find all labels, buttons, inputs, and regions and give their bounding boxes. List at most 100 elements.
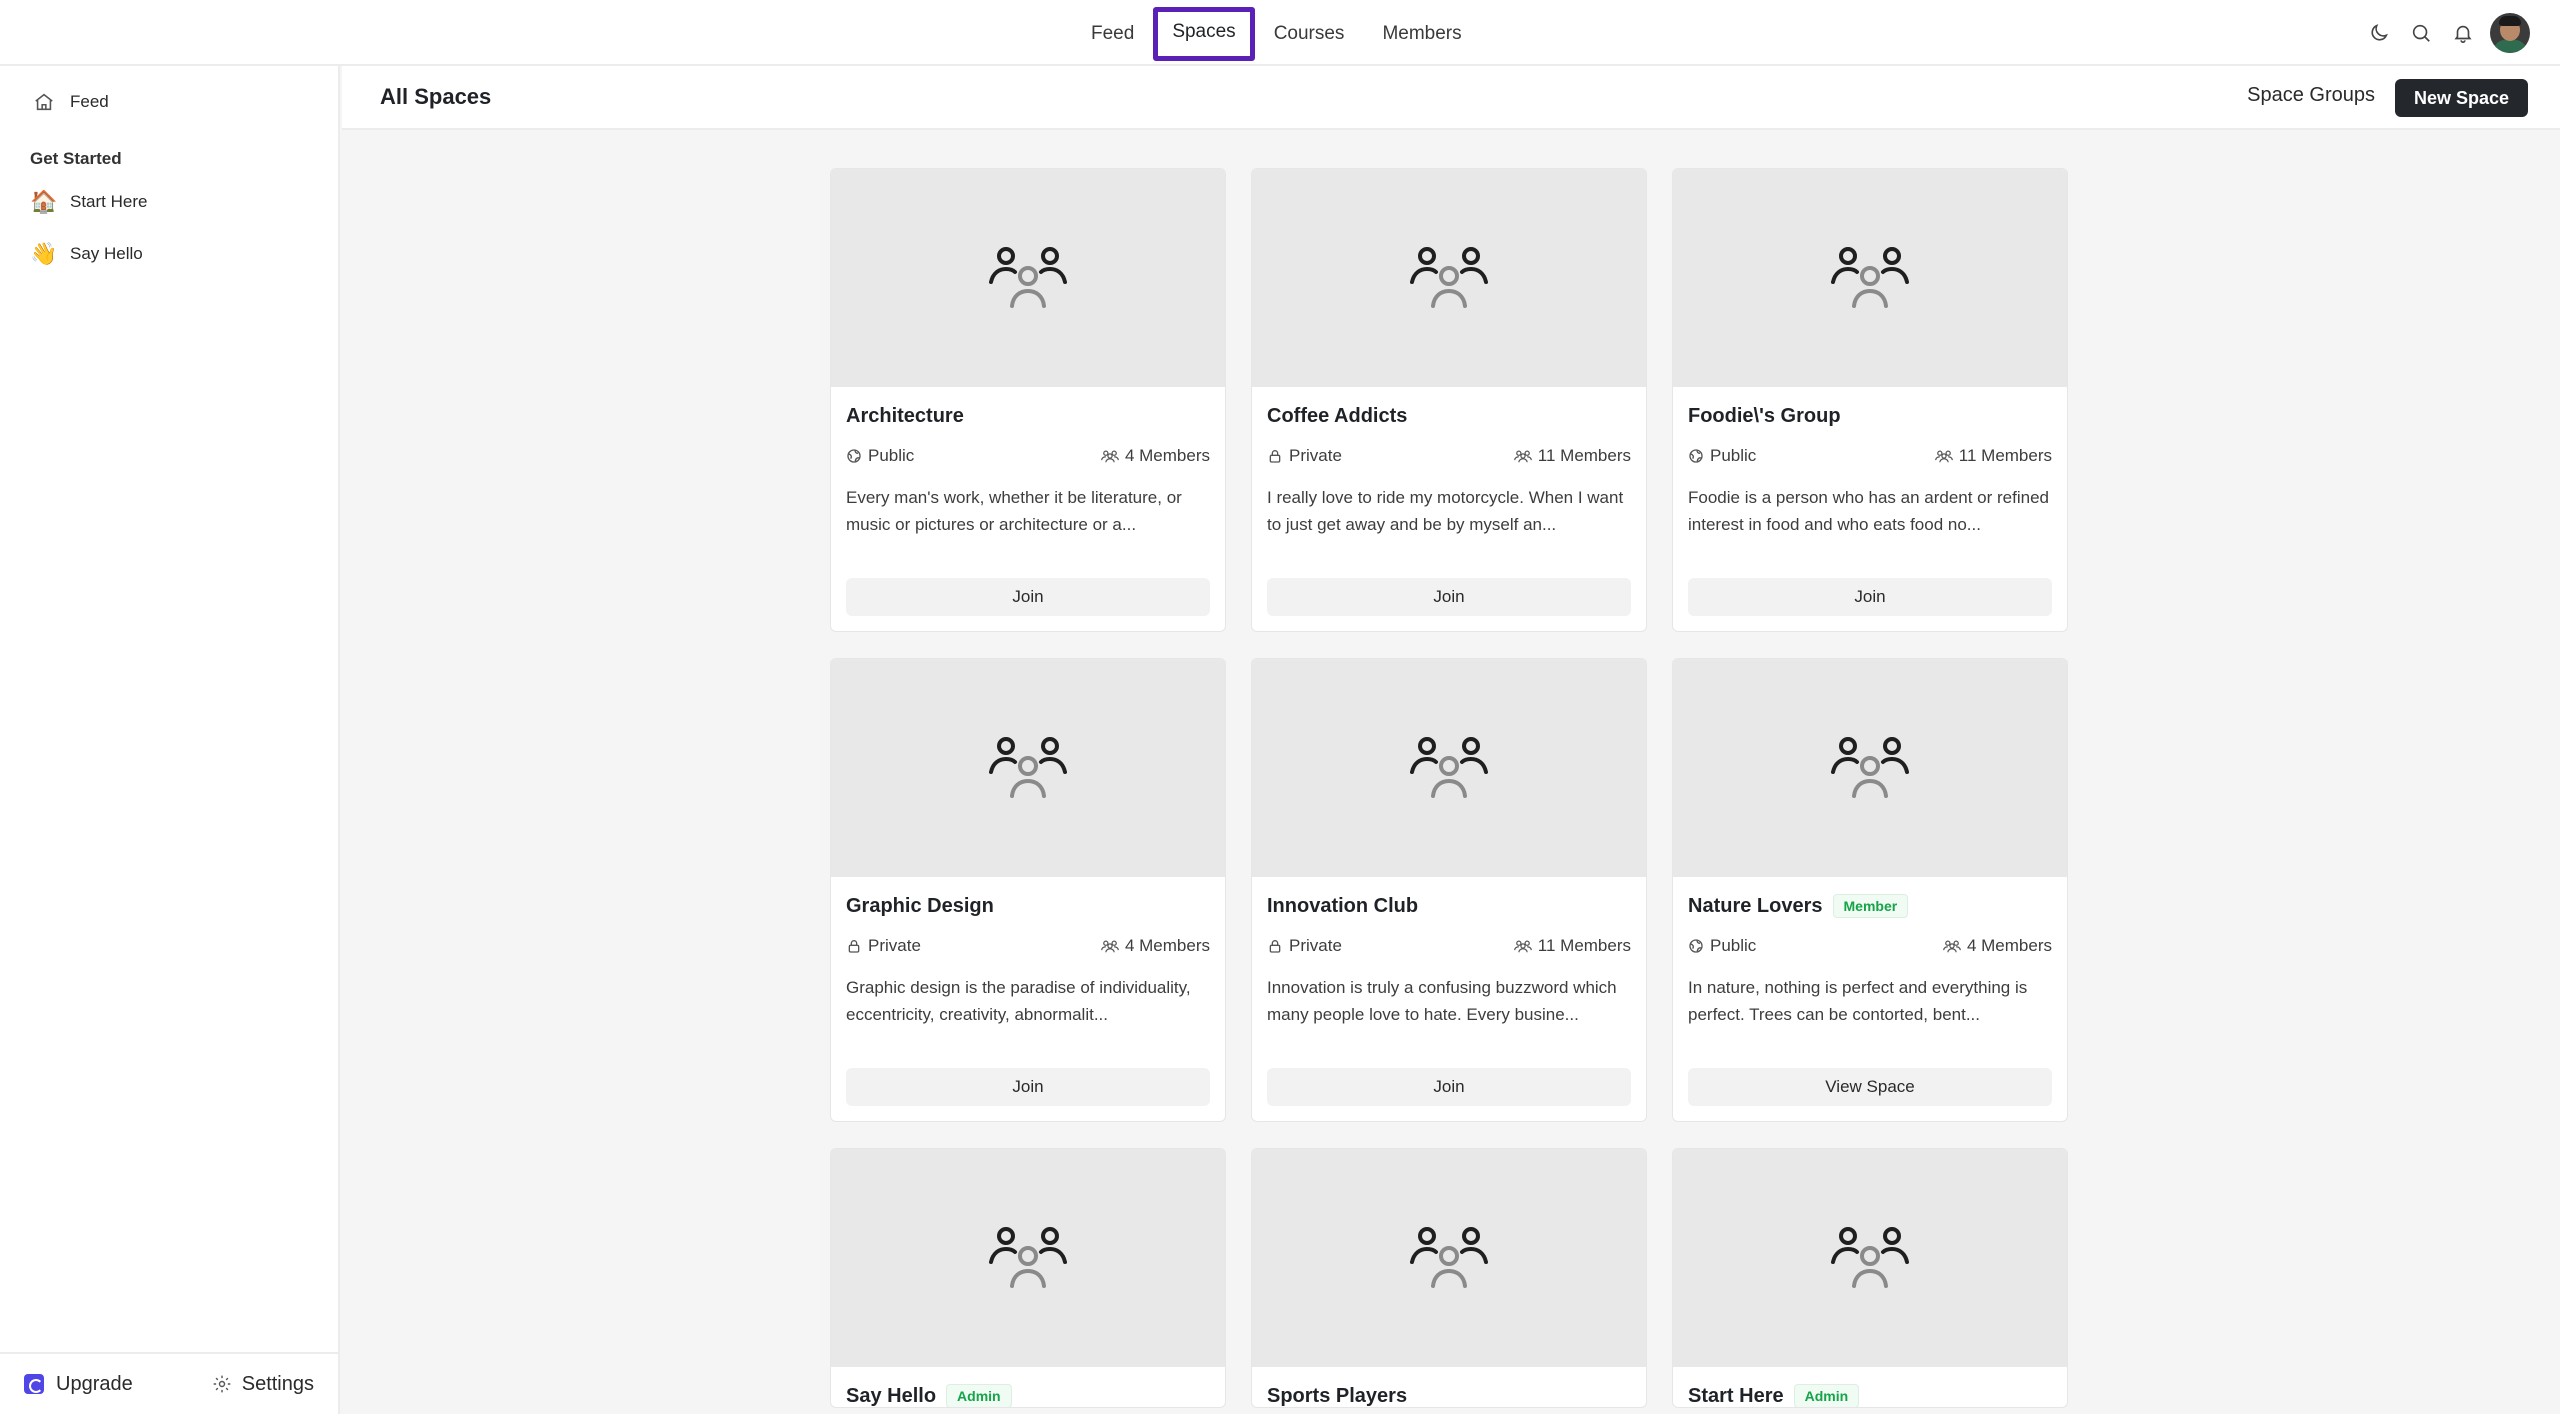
users-group-icon: [988, 244, 1068, 313]
gear-icon: [212, 1374, 232, 1394]
page-title: All Spaces: [380, 84, 492, 109]
sidebar-item-feed[interactable]: Feed: [0, 76, 338, 128]
sidebar-item-say-hello[interactable]: 👋 Say Hello: [0, 228, 338, 280]
space-card[interactable]: Foodie\'s Group Public 11 Members Foodie is…: [1672, 168, 2068, 632]
join-button[interactable]: Join: [1688, 578, 2052, 616]
space-name[interactable]: Foodie\'s Group: [1688, 405, 1841, 428]
sidebar-item-label: Start Here: [70, 192, 148, 211]
upgrade-button[interactable]: Upgrade: [24, 1373, 133, 1396]
home-icon: [30, 88, 58, 116]
privacy-label: Private: [1289, 936, 1342, 955]
members-icon: [1943, 938, 1967, 954]
new-space-button[interactable]: New Space: [2394, 79, 2528, 117]
space-card[interactable]: Architecture Public 4 Members Every man's w…: [830, 168, 1226, 632]
space-cover: [831, 659, 1225, 877]
join-button[interactable]: Join: [1267, 578, 1631, 616]
space-name[interactable]: Sports Players: [1267, 1385, 1407, 1408]
users-group-icon: [988, 1224, 1068, 1293]
sidebar-item-label: Say Hello: [70, 244, 143, 263]
role-badge: Admin: [1793, 1384, 1860, 1407]
space-name[interactable]: Coffee Addicts: [1267, 405, 1407, 428]
members-count: 11 Members: [1537, 936, 1631, 955]
nav-feed[interactable]: Feed: [1072, 9, 1153, 59]
users-group-icon: [1830, 244, 1910, 313]
globe-icon: [1688, 448, 1710, 464]
privacy-label: Public: [1710, 936, 1757, 955]
space-card[interactable]: Innovation Club Private 11 Members Innovati…: [1251, 658, 1647, 1122]
users-group-icon: [1409, 244, 1489, 313]
search-icon[interactable]: [2400, 12, 2442, 54]
top-actions: [2358, 0, 2560, 66]
members-icon: [1101, 448, 1125, 464]
members-icon: [1101, 938, 1125, 954]
nav-members[interactable]: Members: [1363, 9, 1480, 59]
space-name[interactable]: Start Here: [1688, 1385, 1784, 1408]
sidebar: Feed Get Started 🏠 Start Here 👋 Say Hell…: [0, 66, 340, 1414]
sidebar-item-label: Feed: [70, 92, 109, 111]
spaces-grid: Architecture Public 4 Members Every man's w…: [830, 168, 2070, 1408]
globe-icon: [1688, 938, 1710, 954]
space-card[interactable]: Say Hello Admin: [830, 1148, 1226, 1408]
space-cover: [831, 1149, 1225, 1367]
privacy-label: Private: [868, 936, 921, 955]
space-card[interactable]: Nature Lovers Member Public 4 Members In nat…: [1672, 658, 2068, 1122]
users-group-icon: [1409, 1224, 1489, 1293]
space-groups-link[interactable]: Space Groups: [2247, 84, 2375, 107]
members-count: 11 Members: [1958, 446, 2052, 465]
members-count: 4 Members: [1966, 936, 2052, 955]
privacy-label: Public: [1710, 446, 1757, 465]
space-description: I really love to ride my motorcycle. Whe…: [1267, 488, 1624, 534]
space-card[interactable]: Coffee Addicts Private 11 Members I really …: [1251, 168, 1647, 632]
space-card[interactable]: Graphic Design Private 4 Members Graphic de…: [830, 658, 1226, 1122]
space-name[interactable]: Nature Lovers: [1688, 895, 1823, 918]
settings-button[interactable]: Settings: [212, 1373, 314, 1396]
house-emoji-icon: 🏠: [30, 189, 58, 214]
top-bar: Feed Spaces Courses Members: [0, 0, 2560, 66]
space-cover: [831, 169, 1225, 387]
members-count: 4 Members: [1124, 936, 1210, 955]
space-cover: [1673, 169, 2067, 387]
space-cover: [1252, 169, 1646, 387]
space-name[interactable]: Say Hello: [846, 1385, 936, 1408]
space-description: Every man's work, whether it be literatu…: [846, 488, 1182, 534]
upgrade-label: Upgrade: [56, 1372, 133, 1395]
users-group-icon: [1830, 1224, 1910, 1293]
role-badge: Member: [1832, 894, 1909, 918]
bell-icon[interactable]: [2442, 12, 2484, 54]
space-name[interactable]: Innovation Club: [1267, 895, 1418, 918]
role-badge: Admin: [946, 1384, 1012, 1407]
space-card[interactable]: Sports Players: [1251, 1148, 1647, 1408]
lock-icon: [846, 938, 868, 954]
space-description: Foodie is a person who has an ardent or …: [1688, 488, 2050, 534]
globe-icon: [846, 448, 868, 464]
upgrade-icon: [24, 1374, 44, 1394]
sidebar-item-start-here[interactable]: 🏠 Start Here: [0, 176, 338, 228]
nav-spaces[interactable]: Spaces: [1153, 7, 1255, 61]
settings-label: Settings: [241, 1372, 314, 1395]
space-description: Innovation is truly a confusing buzzword…: [1267, 978, 1617, 1024]
view-space-button[interactable]: View Space: [1688, 1068, 2052, 1106]
join-button[interactable]: Join: [846, 578, 1210, 616]
space-description: Graphic design is the paradise of indivi…: [846, 978, 1191, 1024]
space-name[interactable]: Architecture: [846, 405, 964, 428]
users-group-icon: [1409, 734, 1489, 803]
space-card[interactable]: Start Here Admin: [1672, 1148, 2068, 1408]
members-icon: [1513, 448, 1538, 464]
join-button[interactable]: Join: [846, 1068, 1210, 1106]
space-cover: [1252, 659, 1646, 877]
lock-icon: [1267, 938, 1289, 954]
members-icon: [1934, 448, 1959, 464]
nav-courses[interactable]: Courses: [1255, 9, 1364, 59]
sidebar-section-title: Get Started: [30, 149, 122, 168]
page-header: All Spaces Space Groups New Space: [342, 66, 2560, 130]
user-avatar[interactable]: [2490, 13, 2530, 53]
privacy-label: Private: [1289, 446, 1342, 465]
moon-icon[interactable]: [2358, 12, 2400, 54]
space-name[interactable]: Graphic Design: [846, 895, 994, 918]
members-count: 11 Members: [1537, 446, 1631, 465]
space-cover: [1252, 1149, 1646, 1367]
privacy-label: Public: [868, 446, 915, 465]
members-count: 4 Members: [1124, 446, 1210, 465]
join-button[interactable]: Join: [1267, 1068, 1631, 1106]
members-icon: [1513, 938, 1538, 954]
